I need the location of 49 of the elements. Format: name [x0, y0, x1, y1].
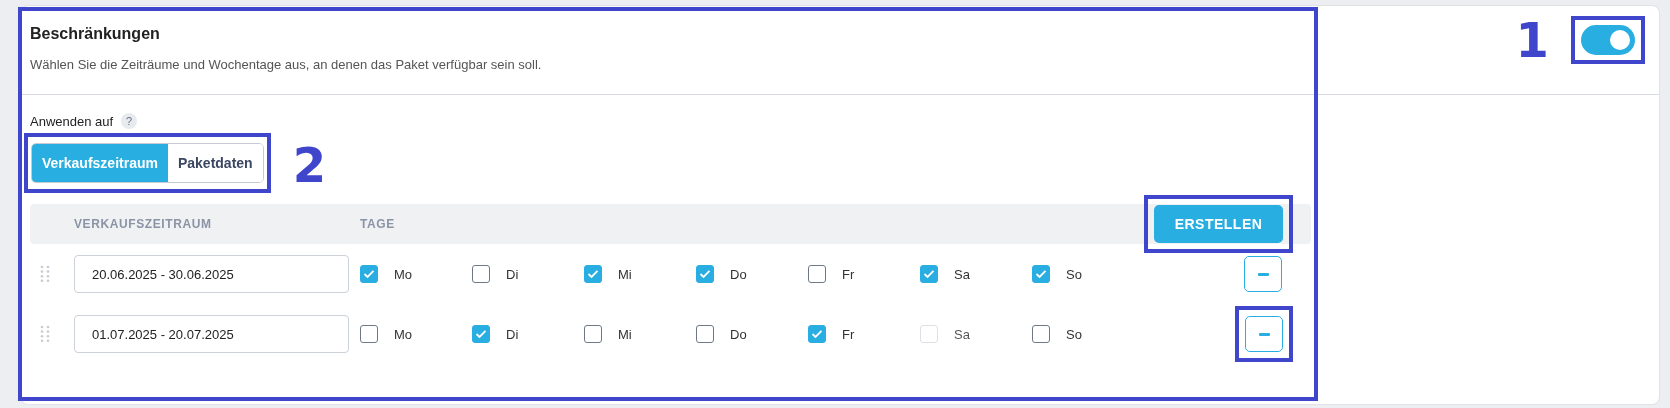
section-description: Wählen Sie die Zeiträume und Wochentage aus, an denen das Paket verfügbar sein soll. [30, 57, 542, 72]
field-label: Anwenden auf [30, 113, 114, 129]
day-label: So [1066, 326, 1082, 342]
checkbox[interactable] [920, 265, 938, 283]
day-label: Mi [618, 326, 632, 342]
check-icon [1035, 269, 1047, 279]
day-label: Mo [394, 266, 413, 282]
date-range-field[interactable]: 20.06.2025 - 30.06.2025 [74, 255, 349, 293]
check-icon [811, 329, 823, 339]
checkbox[interactable] [808, 265, 826, 283]
checkbox[interactable] [472, 265, 490, 283]
check-icon [475, 329, 487, 339]
check-icon [587, 269, 599, 279]
checkbox[interactable] [696, 265, 714, 283]
remove-button[interactable] [1245, 316, 1283, 352]
check-icon [363, 269, 375, 279]
day-label: Sa [954, 266, 970, 282]
callout-number: 1 [1515, 16, 1549, 64]
day-label: Fr [842, 266, 855, 282]
check-icon [923, 269, 935, 279]
toggle-switch[interactable] [1581, 25, 1635, 55]
day-label: Di [506, 326, 519, 342]
day-label: So [1066, 266, 1082, 282]
checkbox[interactable] [1032, 325, 1050, 343]
day-label: Do [730, 266, 747, 282]
checkbox[interactable] [360, 265, 378, 283]
remove-button[interactable] [1244, 256, 1282, 292]
day-label: Mi [618, 266, 632, 282]
drag-handle-icon[interactable] [40, 265, 50, 283]
day-label: Sa [954, 326, 970, 342]
callout-number: 2 [292, 141, 327, 189]
checkbox[interactable] [1032, 265, 1050, 283]
checkbox[interactable] [584, 265, 602, 283]
day-label: Mo [394, 326, 413, 342]
column-header: VERKAUFSZEITRAUM [74, 217, 213, 231]
checkbox[interactable] [696, 325, 714, 343]
day-label: Do [730, 326, 747, 342]
drag-handle-icon[interactable] [40, 325, 50, 343]
section-title: Beschränkungen [30, 25, 161, 43]
day-label: Di [506, 266, 519, 282]
checkbox[interactable] [808, 325, 826, 343]
check-icon [699, 269, 711, 279]
column-header: TAGE [360, 217, 396, 231]
checkbox[interactable] [472, 325, 490, 343]
checkbox[interactable] [584, 325, 602, 343]
day-label: Fr [842, 326, 855, 342]
checkbox[interactable] [360, 325, 378, 343]
date-range-field[interactable]: 01.07.2025 - 20.07.2025 [74, 315, 349, 353]
help-icon[interactable]: ? [121, 113, 138, 129]
